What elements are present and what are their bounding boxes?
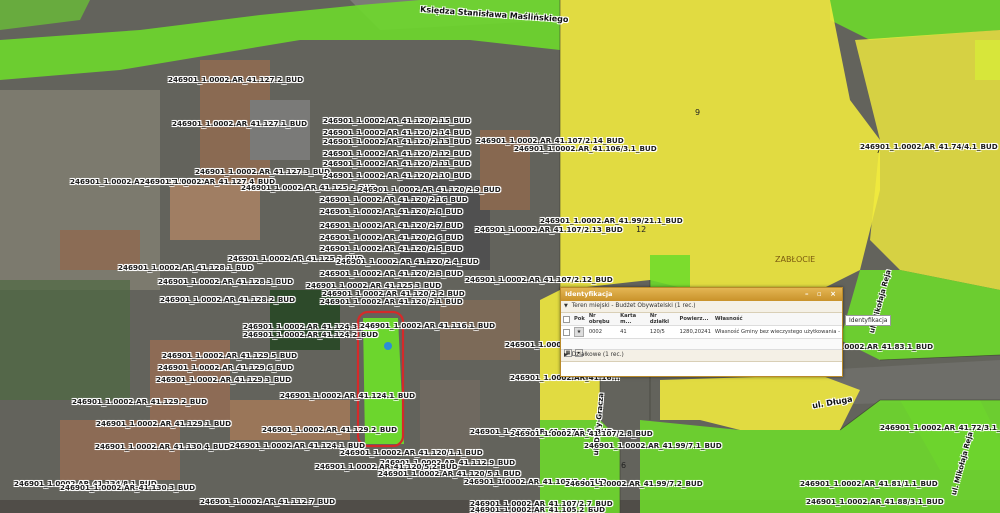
parcel-label: 246901_1.0002.AR_41.81/1.1_BUD bbox=[800, 479, 938, 488]
column-header[interactable]: Pok bbox=[572, 313, 587, 326]
parcel-label: 246901_1.0002.AR_41.120/2.16_BUD bbox=[320, 195, 468, 204]
cell-karta: 41 bbox=[620, 329, 627, 335]
parcel-label: 246901_1.0002.AR_41.130.3_BUD bbox=[60, 483, 196, 492]
parcel-label: 246901_1.0002.AR_41.129.5_BUD bbox=[162, 351, 298, 360]
section-title: Działkowe (1 rec.) bbox=[571, 352, 624, 358]
table-row[interactable]: ★ 0002 41 120/5 1280,20241 Własność Gmin… bbox=[561, 326, 842, 339]
identify-window[interactable]: Identyfikacja – ▫ × ▼ Teren miejski - Bu… bbox=[560, 287, 843, 377]
checkbox[interactable] bbox=[563, 315, 570, 323]
parcel-label: 246901_1.0002.AR_41.128.2_BUD bbox=[160, 295, 296, 304]
parcel-label: 246901_1.0002.AR_41.127.3_BUD bbox=[195, 167, 331, 176]
parcel-label: 246901_1.0002.AR_41.107/2.13_BUD bbox=[475, 225, 623, 234]
cell-wlasnosc: Własność Gminy bez wieczystego użytkowan… bbox=[714, 329, 840, 335]
parcel-label: 246901_1.0002.AR_41.129.2_BUD bbox=[262, 425, 398, 434]
parcel-label: 246901_1.0002.AR_41.120/2.1_BUD bbox=[320, 297, 463, 306]
column-header[interactable]: Nr obrębu bbox=[586, 313, 619, 326]
parcel-label: 246901_1.0002.AR_41.107/2.8_BUD bbox=[510, 429, 653, 438]
section-dzialkowe[interactable]: ▶ Działkowe (1 rec.) bbox=[561, 350, 842, 362]
parcel-label: 246901_1.0002.AR_41.124.1_BUD bbox=[280, 391, 416, 400]
parcel-label: 246901_1.0002.AR_41.120/2.10_BUD bbox=[323, 171, 471, 180]
parcel-label: 246901_1.0002.AR_41.128.1_BUD bbox=[118, 263, 254, 272]
identify-window-titlebar[interactable]: Identyfikacja – ▫ × bbox=[561, 288, 842, 301]
parcel-label: 246901_1.0002.AR_41.106/3.1_BUD bbox=[514, 144, 657, 153]
select-all-cell[interactable] bbox=[561, 313, 572, 326]
parcel-label: 246901_1.0002.AR_41.107/2.7_BUD bbox=[470, 499, 613, 508]
parcel-label: 246901_1.0002.AR_41.99/7.2_BUD bbox=[565, 479, 703, 488]
parcel-label: 246901_1.0002.AR_41.127.1_BUD bbox=[172, 119, 308, 128]
house-number: 12 bbox=[636, 225, 647, 234]
section-teren-miejski[interactable]: ▼ Teren miejski - Budżet Obywatelski (1 … bbox=[561, 301, 842, 313]
parcel-label: 246901_1.0002.AR_41.120/2.3_BUD bbox=[320, 269, 463, 278]
location-marker-icon bbox=[384, 342, 392, 350]
parcel-label: 246901_1.0002.AR_41.116.1_BUD bbox=[360, 321, 496, 330]
parcel-label: 246901_1.0002.AR_41.129.3_BUD bbox=[156, 375, 292, 384]
district-label: ZABŁOCIE bbox=[775, 255, 816, 264]
parcel-label: 246901_1.0002.AR_41.124.2_BUD bbox=[243, 330, 379, 339]
cell-pok[interactable]: ★ bbox=[572, 326, 587, 339]
cell-dzialka: 120/5 bbox=[649, 329, 665, 335]
column-header[interactable]: Powierz... bbox=[677, 313, 713, 326]
zoom-star-icon[interactable]: ★ bbox=[574, 327, 584, 337]
cell-obreb: 0002 bbox=[588, 329, 603, 335]
parcel-label: 246901_1.0002.AR_41.127.2_BUD bbox=[168, 75, 304, 84]
parcel-label: 246901_1.0002.AR_41.120/1.1_BUD bbox=[340, 448, 483, 457]
parcel-label: 246901_1.0002.AR_41.120/2.9_BUD bbox=[358, 185, 501, 194]
parcel-label: 246901_1.0002.AR_41.120/2.8_BUD bbox=[320, 207, 463, 216]
section-title: Teren miejski - Budżet Obywatelski (1 re… bbox=[571, 303, 696, 309]
parcel-label: 246901_1.0002.AR_41.129.1_BUD bbox=[96, 419, 232, 428]
row-checkbox-cell[interactable] bbox=[561, 326, 572, 339]
column-header[interactable]: Karta m... bbox=[618, 313, 648, 326]
identify-window-title: Identyfikacja bbox=[565, 290, 613, 298]
parcel-label: 246901_1.0002.AR_41.129.2_BUD bbox=[72, 397, 208, 406]
collapse-caret-icon[interactable]: ▼ bbox=[564, 301, 568, 312]
parcel-label: 246901_1.0002.AR_41.120/2.13_BUD bbox=[323, 137, 471, 146]
window-controls[interactable]: – ▫ × bbox=[805, 288, 839, 301]
cell-powierz: 1280,20241 bbox=[679, 329, 711, 335]
parcel-label: 246901_1.0002.AR_41.120/2.5_BUD bbox=[320, 244, 463, 253]
parcel-label: 246901_1.0002.AR_41.112.7_BUD bbox=[200, 497, 336, 506]
parcel-label: 246901_1.0002.AR_41.129.6_BUD bbox=[158, 363, 294, 372]
aerial-imagery bbox=[0, 0, 1000, 513]
parcel-label: 246901_1.0002.AR_41.74/4.1_BUD bbox=[860, 142, 998, 151]
parcel-label: 246901_1.0002.AR_41.99/7.1_BUD bbox=[584, 441, 722, 450]
house-number: 9 bbox=[695, 108, 701, 117]
table-header-row: Pok Nr obrębu Karta m... Nr działki Powi… bbox=[561, 313, 842, 326]
parcel-label: 246901_1.0002.AR_41.120/2.11_BUD bbox=[323, 159, 471, 168]
identify-tooltip: Identyfikacja bbox=[845, 315, 892, 326]
parcel-label: 246901_1.0002.AR_41.120/2.6_BUD bbox=[320, 233, 463, 242]
parcel-label: 246901_1.0002.AR_41.88/3.1_BUD bbox=[806, 497, 944, 506]
window-toolbar: ▦▸ bbox=[561, 338, 842, 357]
parcel-label: 246901_1.0002.AR_41.125.2_BUD bbox=[241, 183, 377, 192]
checkbox[interactable] bbox=[563, 328, 570, 336]
column-header[interactable]: Własność bbox=[712, 313, 842, 326]
parcel-label: 246901_1.0002.AR_41.128.3_BUD bbox=[158, 277, 294, 286]
house-number: 6 bbox=[621, 461, 627, 470]
results-table: Pok Nr obrębu Karta m... Nr działki Powi… bbox=[561, 313, 842, 338]
column-header[interactable]: Nr działki bbox=[647, 313, 678, 326]
parcel-label: 246901_1.0002.AR_41.120/2.14_BUD bbox=[323, 128, 471, 137]
map-canvas[interactable]: Księdza Stanisława Maślińskiego ul. Dług… bbox=[0, 0, 1000, 513]
parcel-label: 246901_1.0002.AR_41.120/2.4_BUD bbox=[336, 257, 479, 266]
parcel-label: 246901_1.0002.AR_41.130.4_BUD bbox=[95, 442, 231, 451]
parcel-label: 246901_1.0002.AR_41.107/2.12_BUD bbox=[465, 275, 613, 284]
parcel-label: 246901_1.0002.AR_41.99/21.1_BUD bbox=[540, 216, 683, 225]
parcel-label: 246901_1.0002.AR_41.120/2.15_BUD bbox=[323, 116, 471, 125]
parcel-label: 246901_1.0002.AR_41.120/2.12_BUD bbox=[323, 149, 471, 158]
parcel-label: 246901_1.0002.AR_41.120/2.7_BUD bbox=[320, 221, 463, 230]
expand-caret-icon[interactable]: ▶ bbox=[564, 350, 568, 361]
parcel-label: 246901_1.0002.AR_41.72/3.1_BUD bbox=[880, 423, 1000, 432]
